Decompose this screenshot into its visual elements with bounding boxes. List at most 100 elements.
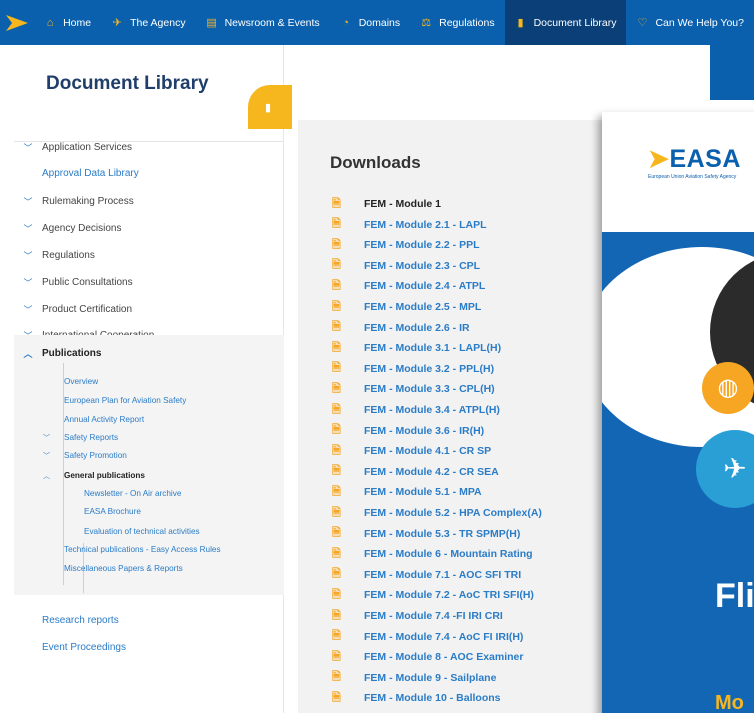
nav-item-document-library[interactable]: ▮ Document Library [504,0,627,45]
domains-icon: ◔ [342,16,350,29]
download-label: FEM - Module 7.1 - AOC SFI TRI [364,568,522,581]
sidebar-subitem-evaluation-of-technical-activities[interactable]: Evaluation of technical activities [84,527,200,536]
download-link[interactable]: 🗎 FEM - Module 3.3 - CPL(H) [332,379,495,399]
sidebar-item-approval-data-library[interactable]: Approval Data Library [14,168,139,179]
chevron-down-icon: ﹀ [23,305,33,315]
sidebar-subitem-overview[interactable]: Overview [64,377,98,386]
nav-item-domains[interactable]: ◔ Domains [330,0,410,45]
sidebar-item-label: Publications [42,348,102,359]
pdf-file-icon: 🗎 [332,506,341,519]
sidebar-item-rulemaking-process[interactable]: ﹀ Rulemaking Process [14,195,133,208]
download-link[interactable]: 🗎 FEM - Module 1 [332,194,441,214]
download-link[interactable]: 🗎 FEM - Module 8 - AOC Examiner [332,647,523,667]
download-label: FEM - Module 4.1 - CR SP [364,445,492,458]
download-link[interactable]: 🗎 FEM - Module 7.2 - AoC TRI SFI(H) [332,585,534,605]
download-label: FEM - Module 3.2 - PPL(H) [364,362,495,375]
download-link[interactable]: 🗎 FEM - Module 2.1 - LAPL [332,215,487,235]
nav-item-label: Regulations [439,16,495,29]
download-link[interactable]: 🗎 FEM - Module 5.2 - HPA Complex(A) [332,503,542,523]
pdf-file-icon: 🗎 [332,197,341,210]
cover-logo: ➤EASA [648,145,741,173]
download-label: FEM - Module 2.5 - MPL [364,301,482,313]
cover-tagline: European Union Aviation Safety Agency [648,174,737,180]
pdf-file-icon: 🗎 [332,568,341,581]
download-link[interactable]: 🗎 FEM - Module 3.2 - PPL(H) [332,359,494,379]
pdf-file-icon: 🗎 [332,444,341,457]
brochure-cover-image[interactable]: ➤EASA European Union Aviation Safety Age… [602,112,754,713]
sidebar-subitem-easa-brochure[interactable]: EASA Brochure [84,507,141,516]
sidebar-subitem-european-plan-for-aviation-safety[interactable]: European Plan for Aviation Safety [64,396,186,405]
nav-item-label: The Agency [130,16,186,29]
download-label: FEM - Module 4.2 - CR SEA [364,465,499,478]
chevron-down-icon: ﹀ [23,251,33,261]
sidebar-subitem-miscellaneous-papers-reports[interactable]: Miscellaneous Papers & Reports [64,564,183,573]
pdf-file-icon: 🗎 [332,362,341,375]
download-label: FEM - Module 2.6 - IR [364,321,470,334]
download-link[interactable]: 🗎 FEM - Module 7.4 - AoC FI IRI(H) [332,627,523,647]
cover-heading: Flig [715,577,754,615]
download-link[interactable]: 🗎 FEM - Module 2.6 - IR [332,318,470,338]
download-label: FEM - Module 7.2 - AoC TRI SFI(H) [364,589,534,602]
sidebar-item-research-reports[interactable]: Research reports [14,615,119,626]
nav-item-home[interactable]: ⌂ Home [34,0,101,45]
sidebar-subitem-safety-reports[interactable]: Safety Reports [64,433,118,442]
calendar-icon: ▤ [206,17,217,29]
sidebar-item-regulations[interactable]: ﹀ Regulations [14,249,94,262]
download-link[interactable]: 🗎 FEM - Module 5.3 - TR SPMP(H) [332,524,520,544]
chevron-up-icon: ︿ [23,349,33,359]
download-link[interactable]: 🗎 FEM - Module 2.2 - PPL [332,235,480,255]
download-link[interactable]: 🗎 FEM - Module 7.4 -FI IRI CRI [332,606,503,626]
download-link[interactable]: 🗎 FEM - Module 2.4 - ATPL [332,276,485,296]
download-link[interactable]: 🗎 FEM - Module 2.3 - CPL [332,256,480,276]
downloads-title: Downloads [330,153,421,172]
chevron-down-icon: ﹀ [23,197,33,207]
publications-section: ︿ Publications Overview European Plan for… [14,335,284,595]
download-label: FEM - Module 3.4 - ATPL(H) [364,404,500,416]
sidebar-item-label: Public Consultations [42,277,133,288]
nav-item-label: Home [63,16,92,29]
download-link[interactable]: 🗎 FEM - Module 10 - Balloons [332,688,501,708]
nav-item-can-we-help-you[interactable]: ♡ Can We Help You? [626,0,754,45]
sidebar-item-agency-decisions[interactable]: ﹀ Agency Decisions [14,222,121,235]
sidebar-item-event-proceedings[interactable]: Event Proceedings [14,642,126,653]
pdf-file-icon: 🗎 [332,218,341,231]
sidebar-subitem-annual-activity-report[interactable]: Annual Activity Report [64,415,144,424]
sidebar-item-product-certification[interactable]: ﹀ Product Certification [14,303,132,316]
download-link[interactable]: 🗎 FEM - Module 3.1 - LAPL(H) [332,338,501,358]
download-link[interactable]: 🗎 FEM - Module 4.2 - CR SEA [332,462,499,482]
download-label: FEM - Module 10 - Balloons [364,692,501,705]
easa-logo-icon[interactable] [0,0,34,45]
sidebar-subitem-technical-publications-easy-access-rules[interactable]: Technical publications - Easy Access Rul… [64,545,221,554]
download-link[interactable]: 🗎 FEM - Module 6 - Mountain Rating [332,544,533,564]
sidebar-subitem-general-publications[interactable]: General publications [64,471,145,480]
download-label: FEM - Module 9 - Sailplane [364,671,497,684]
pdf-file-icon: 🗎 [332,300,341,313]
nav-item-label: Newsroom & Events [224,16,320,29]
download-link[interactable]: 🗎 FEM - Module 4.1 - CR SP [332,441,491,461]
pdf-file-icon: 🗎 [332,547,341,560]
pdf-file-icon: 🗎 [332,321,341,334]
document-library-badge: ▮ [248,85,292,129]
download-label: FEM - Module 2.4 - ATPL [364,280,486,293]
pdf-file-icon: 🗎 [332,259,341,272]
pdf-file-icon: 🗎 [332,424,341,437]
download-link[interactable]: 🗎 FEM - Module 9 - Sailplane [332,668,496,688]
download-link[interactable]: 🗎 FEM - Module 3.4 - ATPL(H) [332,400,500,420]
sidebar-item-application-services[interactable]: ﹀ Application Services [14,141,132,154]
sidebar-item-public-consultations[interactable]: ﹀ Public Consultations [14,276,133,289]
sidebar-subitem-newsletter-on-air-archive[interactable]: Newsletter - On Air archive [84,489,181,498]
nav-item-label: Document Library [533,16,617,29]
download-link[interactable]: 🗎 FEM - Module 7.1 - AOC SFI TRI [332,565,521,585]
nav-item-regulations[interactable]: ⚖ Regulations [410,0,504,45]
download-label: FEM - Module 7.4 -FI IRI CRI [364,610,503,622]
download-link[interactable]: 🗎 FEM - Module 3.6 - IR(H) [332,421,484,441]
download-link[interactable]: 🗎 FEM - Module 5.1 - MPA [332,482,482,502]
chevron-down-icon: ﹀ [43,435,50,442]
download-label: FEM - Module 5.1 - MPA [364,486,482,499]
nav-item-newsroom-events[interactable]: ▤ Newsroom & Events [196,0,330,45]
sidebar-item-publications[interactable]: ︿ Publications [14,347,101,360]
sidebar-subitem-safety-promotion[interactable]: Safety Promotion [64,451,127,460]
download-link[interactable]: 🗎 FEM - Module 2.5 - MPL [332,297,481,317]
nav-item-label: Domains [358,16,401,29]
nav-item-the-agency[interactable]: ✈ The Agency [101,0,195,45]
